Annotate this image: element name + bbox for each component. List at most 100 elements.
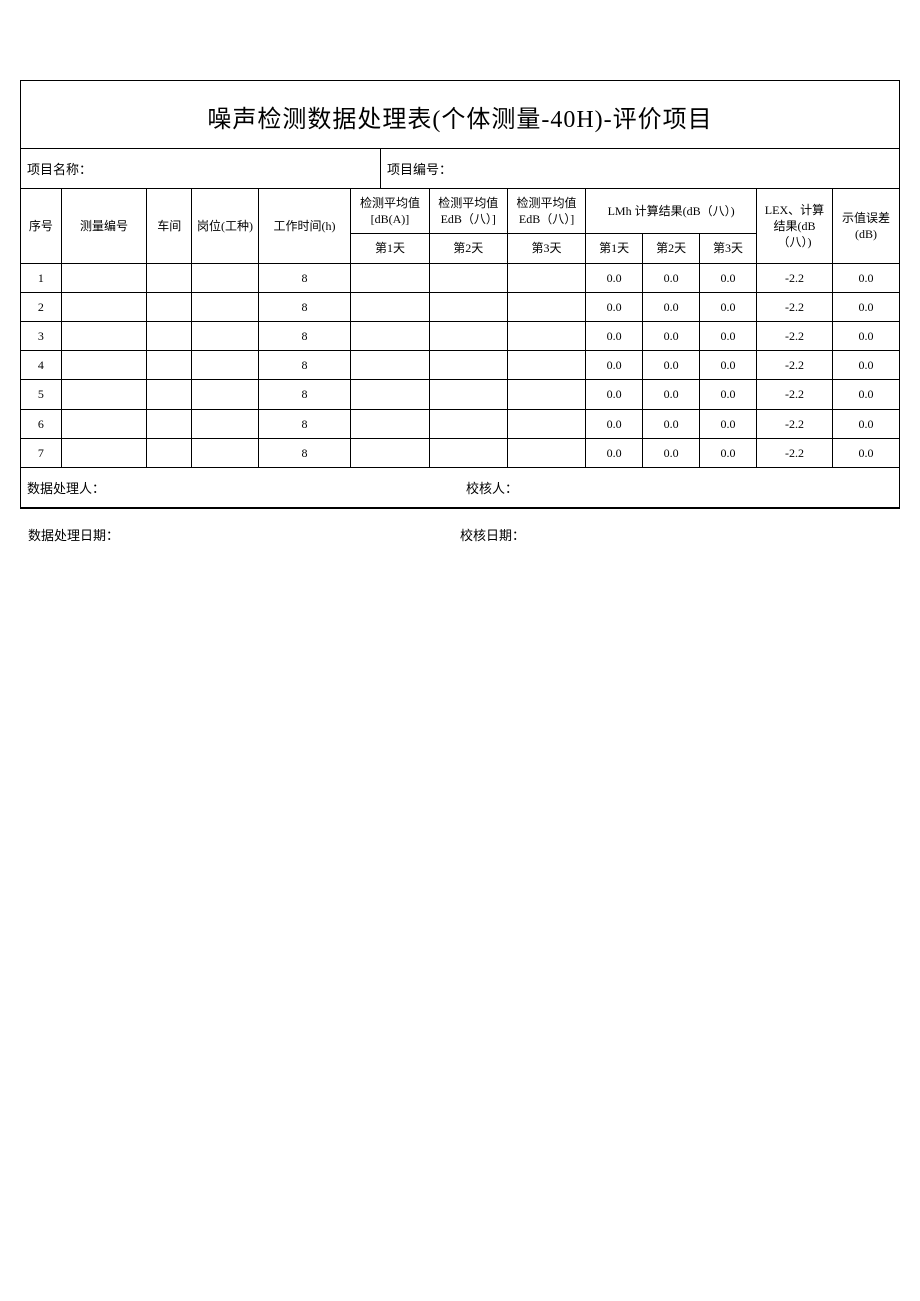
cell-err: 0.0 [832,263,899,292]
col-shop: 车间 [147,189,192,263]
cell-lex: -2.2 [757,321,833,350]
cell-err: 0.0 [832,438,899,467]
cell-post [192,263,258,292]
project-no-label: 项目编号： [387,162,452,177]
col-err: 示值误差(dB) [832,189,899,263]
process-date-label: 数据处理日期： [28,528,119,543]
col-lmh-day1: 第1天 [586,234,643,263]
col-avg1-day: 第1天 [351,234,429,263]
cell-shop [147,321,192,350]
col-mid: 测量编号 [61,189,146,263]
table-row: 580.00.00.0-2.20.0 [21,380,899,409]
cell-l2: 0.0 [643,263,700,292]
cell-time: 8 [258,409,351,438]
cell-lex: -2.2 [757,380,833,409]
cell-seq: 3 [21,321,61,350]
cell-l3: 0.0 [700,351,757,380]
cell-a2 [429,438,507,467]
cell-a3 [507,409,585,438]
project-meta-row: 项目名称： 项目编号： [21,149,899,189]
cell-shop [147,438,192,467]
cell-mid [61,263,146,292]
cell-mid [61,380,146,409]
cell-a3 [507,351,585,380]
table-row: 780.00.00.0-2.20.0 [21,438,899,467]
col-lmh-day2: 第2天 [643,234,700,263]
col-lmh-group: LMh 计算结果(dB（八）) [586,189,757,234]
cell-seq: 1 [21,263,61,292]
col-avg3-day: 第3天 [507,234,585,263]
date-row: 数据处理日期： 校核日期： [28,525,892,544]
cell-l1: 0.0 [586,351,643,380]
cell-l3: 0.0 [700,409,757,438]
cell-post [192,380,258,409]
cell-l3: 0.0 [700,292,757,321]
cell-a1 [351,380,429,409]
cell-l2: 0.0 [643,380,700,409]
cell-l2: 0.0 [643,438,700,467]
cell-l1: 0.0 [586,380,643,409]
cell-time: 8 [258,292,351,321]
project-no: 项目编号： [381,149,899,188]
cell-l3: 0.0 [700,380,757,409]
processor-label: 数据处理人： [27,481,105,496]
cell-a3 [507,438,585,467]
cell-a3 [507,292,585,321]
table-row: 480.00.00.0-2.20.0 [21,351,899,380]
cell-time: 8 [258,380,351,409]
cell-post [192,351,258,380]
cell-l1: 0.0 [586,438,643,467]
cell-l3: 0.0 [700,438,757,467]
table-row: 680.00.00.0-2.20.0 [21,409,899,438]
cell-post [192,438,258,467]
cell-seq: 7 [21,438,61,467]
cell-a2 [429,351,507,380]
cell-mid [61,321,146,350]
cell-err: 0.0 [832,409,899,438]
col-avg2-day: 第2天 [429,234,507,263]
col-seq: 序号 [21,189,61,263]
cell-a3 [507,380,585,409]
cell-lex: -2.2 [757,409,833,438]
cell-l2: 0.0 [643,409,700,438]
cell-mid [61,292,146,321]
cell-a1 [351,292,429,321]
data-table: 序号 测量编号 车间 岗位(工种) 工作时间(h) 检测平均值 [dB(A)] … [21,189,899,468]
cell-post [192,292,258,321]
cell-a1 [351,351,429,380]
cell-l1: 0.0 [586,321,643,350]
cell-time: 8 [258,263,351,292]
cell-seq: 4 [21,351,61,380]
cell-shop [147,263,192,292]
cell-shop [147,409,192,438]
cell-l3: 0.0 [700,321,757,350]
col-lex: LEX、计算结果(dB（八）) [757,189,833,263]
signoff-row: 数据处理人： 校核人： [21,468,899,508]
cell-l1: 0.0 [586,263,643,292]
cell-a1 [351,321,429,350]
cell-seq: 6 [21,409,61,438]
cell-a3 [507,321,585,350]
cell-err: 0.0 [832,351,899,380]
cell-err: 0.0 [832,380,899,409]
cell-a2 [429,263,507,292]
cell-a1 [351,409,429,438]
table-row: 280.00.00.0-2.20.0 [21,292,899,321]
cell-a2 [429,292,507,321]
cell-l2: 0.0 [643,292,700,321]
document-title: 噪声检测数据处理表(个体测量-40H)-评价项目 [21,81,899,149]
cell-shop [147,380,192,409]
cell-l2: 0.0 [643,351,700,380]
cell-l1: 0.0 [586,292,643,321]
cell-time: 8 [258,351,351,380]
col-avg1: 检测平均值 [dB(A)] [351,189,429,234]
col-time: 工作时间(h) [258,189,351,263]
cell-lex: -2.2 [757,263,833,292]
col-avg2: 检测平均值 EdB（八）] [429,189,507,234]
cell-seq: 2 [21,292,61,321]
document-frame: 噪声检测数据处理表(个体测量-40H)-评价项目 项目名称： 项目编号： 序号 … [20,80,900,509]
cell-l1: 0.0 [586,409,643,438]
cell-lex: -2.2 [757,351,833,380]
cell-shop [147,292,192,321]
cell-a2 [429,409,507,438]
